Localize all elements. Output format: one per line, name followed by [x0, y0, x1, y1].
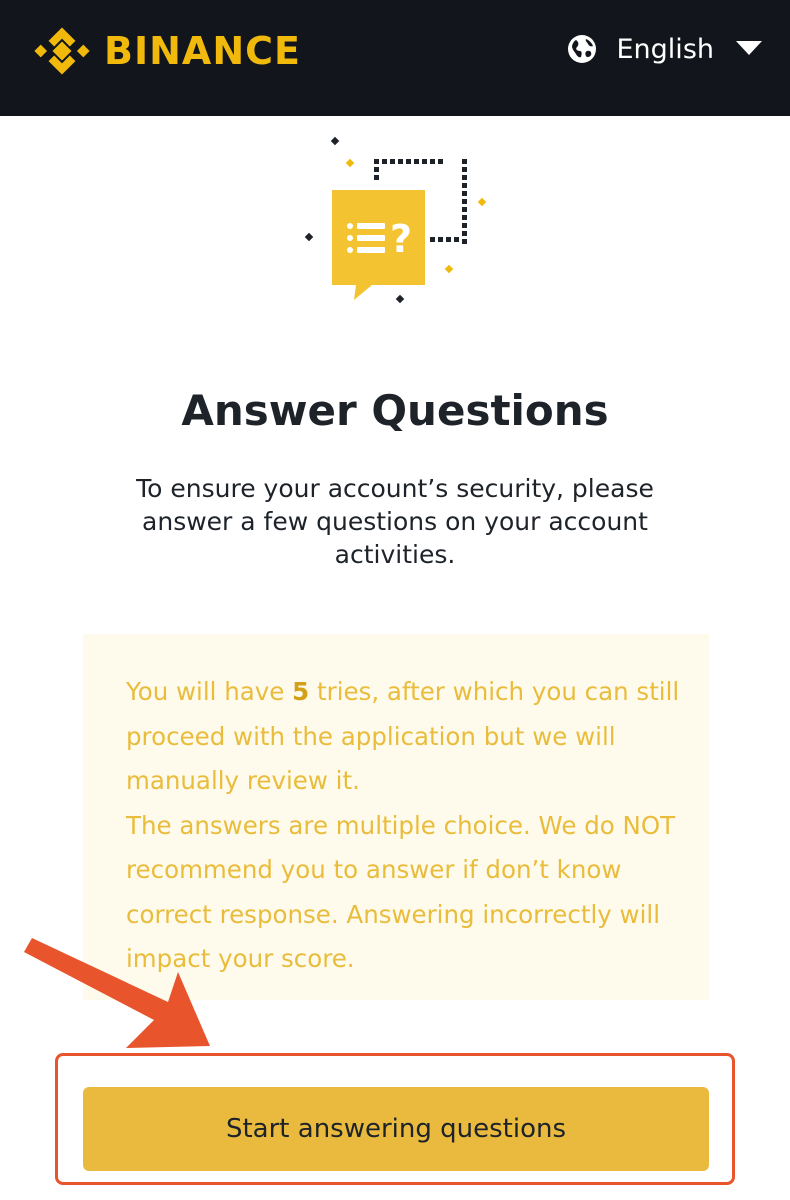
page-subtitle: To ensure your account’s security, pleas… — [136, 474, 654, 569]
question-list-chat-icon: ? — [304, 136, 487, 304]
page-title: Answer Questions — [181, 386, 609, 435]
svg-text:?: ? — [390, 217, 412, 261]
language-label: English — [616, 33, 715, 65]
brand-name: BINANCE — [104, 29, 301, 73]
caret-down-icon — [736, 41, 762, 55]
binance-logo[interactable]: BINANCE — [34, 23, 301, 79]
arrow-icon — [24, 938, 210, 1048]
start-answering-button[interactable]: Start answering questions — [83, 1087, 709, 1171]
top-header: BINANCE English — [0, 0, 790, 116]
tries-count: 5 — [292, 677, 310, 706]
binance-diamond-icon — [34, 27, 90, 75]
globe-icon — [567, 35, 596, 63]
notice-text-before-count: You will have — [126, 677, 293, 706]
language-selector[interactable]: English — [567, 33, 762, 65]
